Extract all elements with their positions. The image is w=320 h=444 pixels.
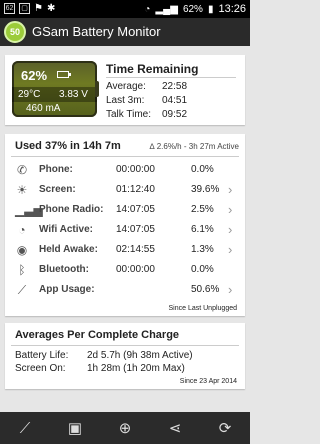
usage-label: Screen: — [39, 184, 76, 195]
time-remaining-title: Time Remaining — [106, 62, 199, 76]
app-logo-icon[interactable]: 50 — [4, 21, 26, 43]
battery-summary-card: 62% 29°C 3.83 V 460 mA Time Remaining Av… — [5, 55, 245, 125]
time-remaining-label: Average: — [106, 81, 146, 92]
averages-battery-life: Battery Life: 2d 5.7h (9h 38m Active) — [15, 350, 235, 361]
screen-icon: ☀ — [16, 183, 28, 197]
divider — [11, 156, 239, 157]
chevron-right-icon[interactable]: › — [228, 222, 232, 237]
averages-value: 1h 28m (1h 20m Max) — [87, 363, 185, 374]
usage-row: ᛒ Bluetooth: 00:00:00 0.0% — [5, 261, 245, 280]
battery-percentage: 62% — [182, 3, 203, 15]
usage-percent: 2.5% — [191, 204, 214, 215]
phone-icon: ✆ — [16, 163, 28, 177]
wifi-icon: ◔ — [144, 3, 151, 15]
usage-time: 02:14:55 — [116, 244, 155, 255]
usage-time: 00:00:00 — [116, 164, 155, 175]
usage-note: Since Last Unplugged — [168, 305, 238, 312]
averages-note: Since 23 Apr 2014 — [179, 378, 237, 385]
time-remaining-value: 09:52 — [162, 109, 188, 120]
usage-time: 00:00:00 — [116, 264, 155, 275]
chevron-right-icon[interactable]: › — [228, 182, 232, 197]
bug-icon: ✱ — [46, 3, 56, 14]
chevron-right-icon[interactable]: › — [228, 202, 232, 217]
usage-label: App Usage: — [39, 284, 95, 295]
usage-time: 14:07:05 — [116, 204, 155, 215]
divider — [106, 77, 236, 78]
battery-graphic[interactable]: 62% 29°C 3.83 V 460 mA — [12, 61, 97, 117]
time-remaining-label: Last 3m: — [106, 95, 145, 106]
usage-label: Bluetooth: — [39, 264, 89, 275]
signal-icon: ▁▃▅ — [15, 203, 43, 217]
usage-percent: 6.1% — [191, 224, 214, 235]
usage-time: 01:12:40 — [116, 184, 155, 195]
usage-percent: 0.0% — [191, 164, 214, 175]
chevron-right-icon[interactable]: › — [228, 282, 232, 297]
image-icon[interactable]: ▣ — [62, 415, 88, 441]
usage-label: Phone: — [39, 164, 73, 175]
notification-icon: ▢ — [19, 3, 30, 14]
bottom-action-bar: ⟋ ▣ ⊕ ⋖ ⟳ — [0, 412, 250, 444]
bluetooth-icon: ᛒ — [18, 263, 26, 277]
battery-cap — [95, 81, 99, 97]
averages-card: Averages Per Complete Charge Battery Lif… — [5, 323, 245, 389]
refresh-icon[interactable]: ⟳ — [212, 415, 238, 441]
battery-icon: ▮ — [207, 3, 214, 15]
wifi-icon: ◔ — [18, 223, 26, 237]
usage-percent: 39.6% — [191, 184, 220, 195]
status-bar: 62 ▢ ⚑ ✱ ◔ ▂▄▆ 62% ▮ 13:26 — [0, 0, 250, 18]
usage-row: ✆ Phone: 00:00:00 0.0% — [5, 161, 245, 180]
time-remaining-value: 22:58 — [162, 81, 188, 92]
averages-screen-on: Screen On: 1h 28m (1h 20m Max) — [15, 363, 235, 374]
broom-icon[interactable]: ⟋ — [12, 415, 38, 441]
battery-voltage: 3.83 V — [59, 89, 88, 100]
usage-card: Used 37% in 14h 7m ∆ 2.6%/h - 3h 27m Act… — [5, 134, 245, 316]
time-remaining-last3m: Last 3m: 04:51 — [106, 95, 236, 106]
chevron-right-icon[interactable]: › — [228, 242, 232, 257]
usage-percent: 1.3% — [191, 244, 214, 255]
usage-row[interactable]: ▁▃▅ Phone Radio: 14:07:05 2.5% › — [5, 201, 245, 220]
notification-badge-icon: 62 — [4, 3, 15, 14]
battery-current: 460 mA — [26, 103, 61, 114]
averages-label: Screen On: — [15, 363, 66, 374]
usage-row[interactable]: ◉ Held Awake: 02:14:55 1.3% › — [5, 241, 245, 260]
app-title: GSam Battery Monitor — [32, 24, 161, 39]
usage-percent: 0.0% — [191, 264, 214, 275]
charging-battery-icon — [57, 71, 71, 78]
usage-percent: 50.6% — [191, 284, 220, 295]
usage-time: 14:07:05 — [116, 224, 155, 235]
add-icon[interactable]: ⊕ — [112, 415, 138, 441]
usage-row[interactable]: ◔ Wifi Active: 14:07:05 6.1% › — [5, 221, 245, 240]
averages-label: Battery Life: — [15, 350, 69, 361]
clock: 13:26 — [218, 3, 246, 15]
usage-rate: ∆ 2.6%/h - 3h 27m Active — [149, 142, 239, 151]
broom-icon: ⟋ — [17, 283, 27, 297]
time-remaining-label: Talk Time: — [106, 109, 152, 120]
usage-label: Phone Radio: — [39, 204, 104, 215]
time-remaining-talk-time: Talk Time: 09:52 — [106, 109, 236, 120]
app-bar: 50 GSam Battery Monitor — [0, 18, 250, 46]
share-icon[interactable]: ⋖ — [162, 415, 188, 441]
averages-value: 2d 5.7h (9h 38m Active) — [87, 350, 193, 361]
notification-icon: ⚑ — [34, 3, 43, 14]
usage-title: Used 37% in 14h 7m — [15, 140, 121, 152]
usage-row[interactable]: ⟋ App Usage: 50.6% › — [5, 281, 245, 300]
usage-label: Held Awake: — [39, 244, 98, 255]
averages-title: Averages Per Complete Charge — [15, 329, 180, 341]
awake-icon: ◉ — [16, 243, 28, 257]
usage-row[interactable]: ☀ Screen: 01:12:40 39.6% › — [5, 181, 245, 200]
battery-temperature: 29°C — [18, 89, 41, 100]
time-remaining-average: Average: 22:58 — [106, 81, 236, 92]
usage-label: Wifi Active: — [39, 224, 93, 235]
battery-percent: 62% — [21, 68, 48, 83]
divider — [11, 345, 239, 346]
time-remaining-value: 04:51 — [162, 95, 188, 106]
signal-icon: ▂▄▆ — [155, 3, 178, 15]
